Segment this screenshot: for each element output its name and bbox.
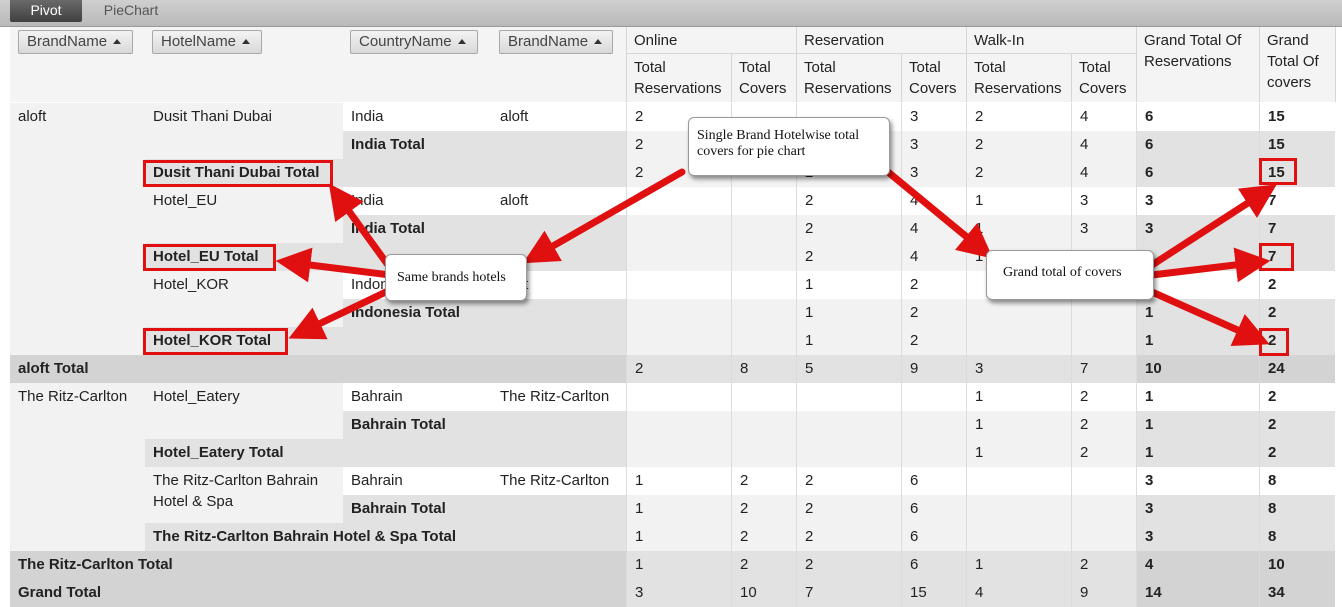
arrow [288, 286, 394, 340]
arrow [1148, 184, 1277, 269]
arrow [522, 168, 686, 264]
arrow [275, 247, 394, 283]
arrow [1148, 288, 1270, 347]
arrow [1148, 247, 1271, 283]
callout-same-brands: Same brands hotels [385, 254, 527, 301]
arrow [884, 168, 994, 259]
arrow [328, 183, 392, 269]
annotation-arrows [275, 168, 1277, 347]
callout-single-brand: Single Brand Hotelwise total covers for … [688, 117, 890, 176]
callout-grand-total: Grand total of covers [986, 250, 1154, 300]
